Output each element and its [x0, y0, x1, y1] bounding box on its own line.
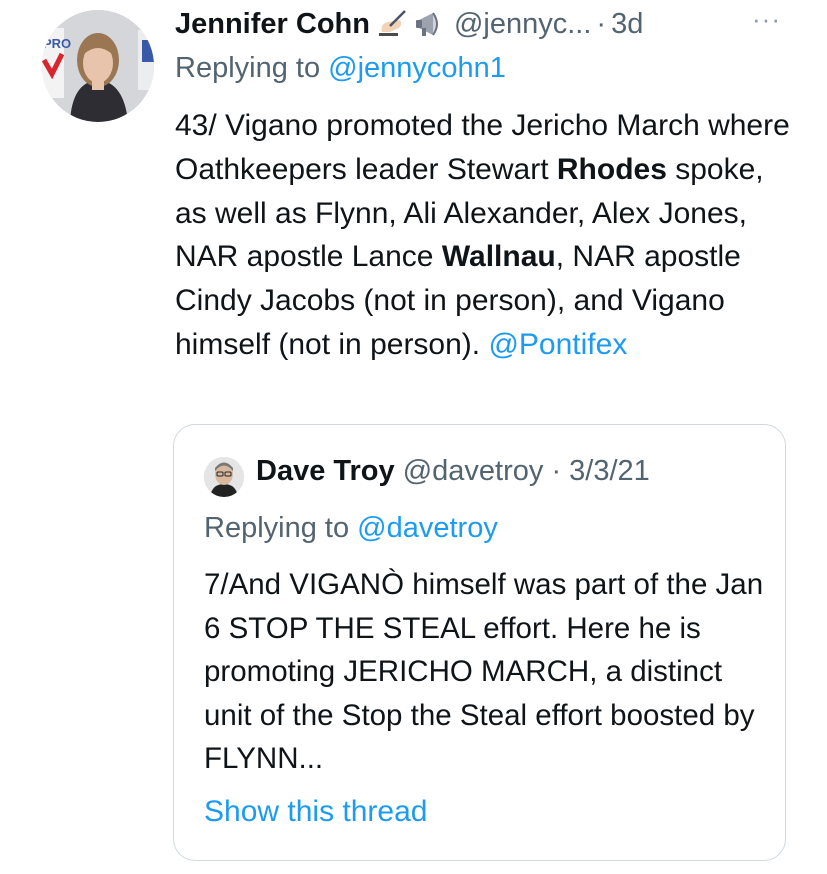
author-name[interactable]: Jennifer Cohn	[175, 8, 370, 41]
tweet-text-bold: Rhodes	[556, 152, 667, 186]
quoted-replying-to-prefix: Replying to	[204, 512, 350, 544]
mention-link[interactable]: @Pontifex	[488, 328, 627, 361]
show-thread-link[interactable]: Show this thread	[204, 795, 427, 829]
quoted-date-separator: ·	[551, 455, 562, 487]
quoted-author-avatar[interactable]	[204, 457, 244, 497]
time-separator: ·	[596, 7, 607, 40]
avatar-sign-text: PRO	[43, 36, 71, 51]
quoted-author-avatar-image	[204, 457, 244, 497]
author-handle[interactable]: @jennyc...	[454, 8, 591, 41]
replying-to: Replying to @jennycohn1	[175, 52, 506, 85]
quoted-tweet[interactable]: Dave Troy @davetroy · 3/3/21 Replying to…	[173, 424, 786, 861]
tweet-time[interactable]: 3d	[611, 8, 643, 41]
tweet-header: Jennifer Cohn @jennyc... · 3d	[175, 4, 827, 44]
quoted-replying-to: Replying to @davetroy	[204, 512, 498, 545]
more-options-icon[interactable]: ···	[752, 4, 781, 35]
replying-to-handle[interactable]: @jennycohn1	[328, 52, 506, 84]
quoted-tweet-date[interactable]: 3/3/21	[569, 455, 650, 487]
replying-to-prefix: Replying to	[175, 52, 321, 84]
author-avatar-image: PRO	[42, 10, 154, 122]
writing-hand-emoji-icon	[378, 10, 406, 36]
tweet-text: 43/ Vigano promoted the Jericho March wh…	[175, 104, 795, 367]
quoted-author-handle[interactable]: @davetroy	[403, 455, 544, 487]
author-avatar[interactable]: PRO	[42, 10, 154, 122]
megaphone-emoji-icon	[415, 12, 438, 36]
tweet-text-bold: Wallnau	[441, 240, 556, 274]
quoted-author-name[interactable]: Dave Troy	[256, 455, 395, 487]
quoted-replying-to-handle[interactable]: @davetroy	[357, 512, 498, 544]
quoted-tweet-text: 7/And VIGANÒ himself was part of the Jan…	[204, 568, 764, 776]
quoted-tweet-header: Dave Troy @davetroy · 3/3/21	[256, 455, 650, 488]
